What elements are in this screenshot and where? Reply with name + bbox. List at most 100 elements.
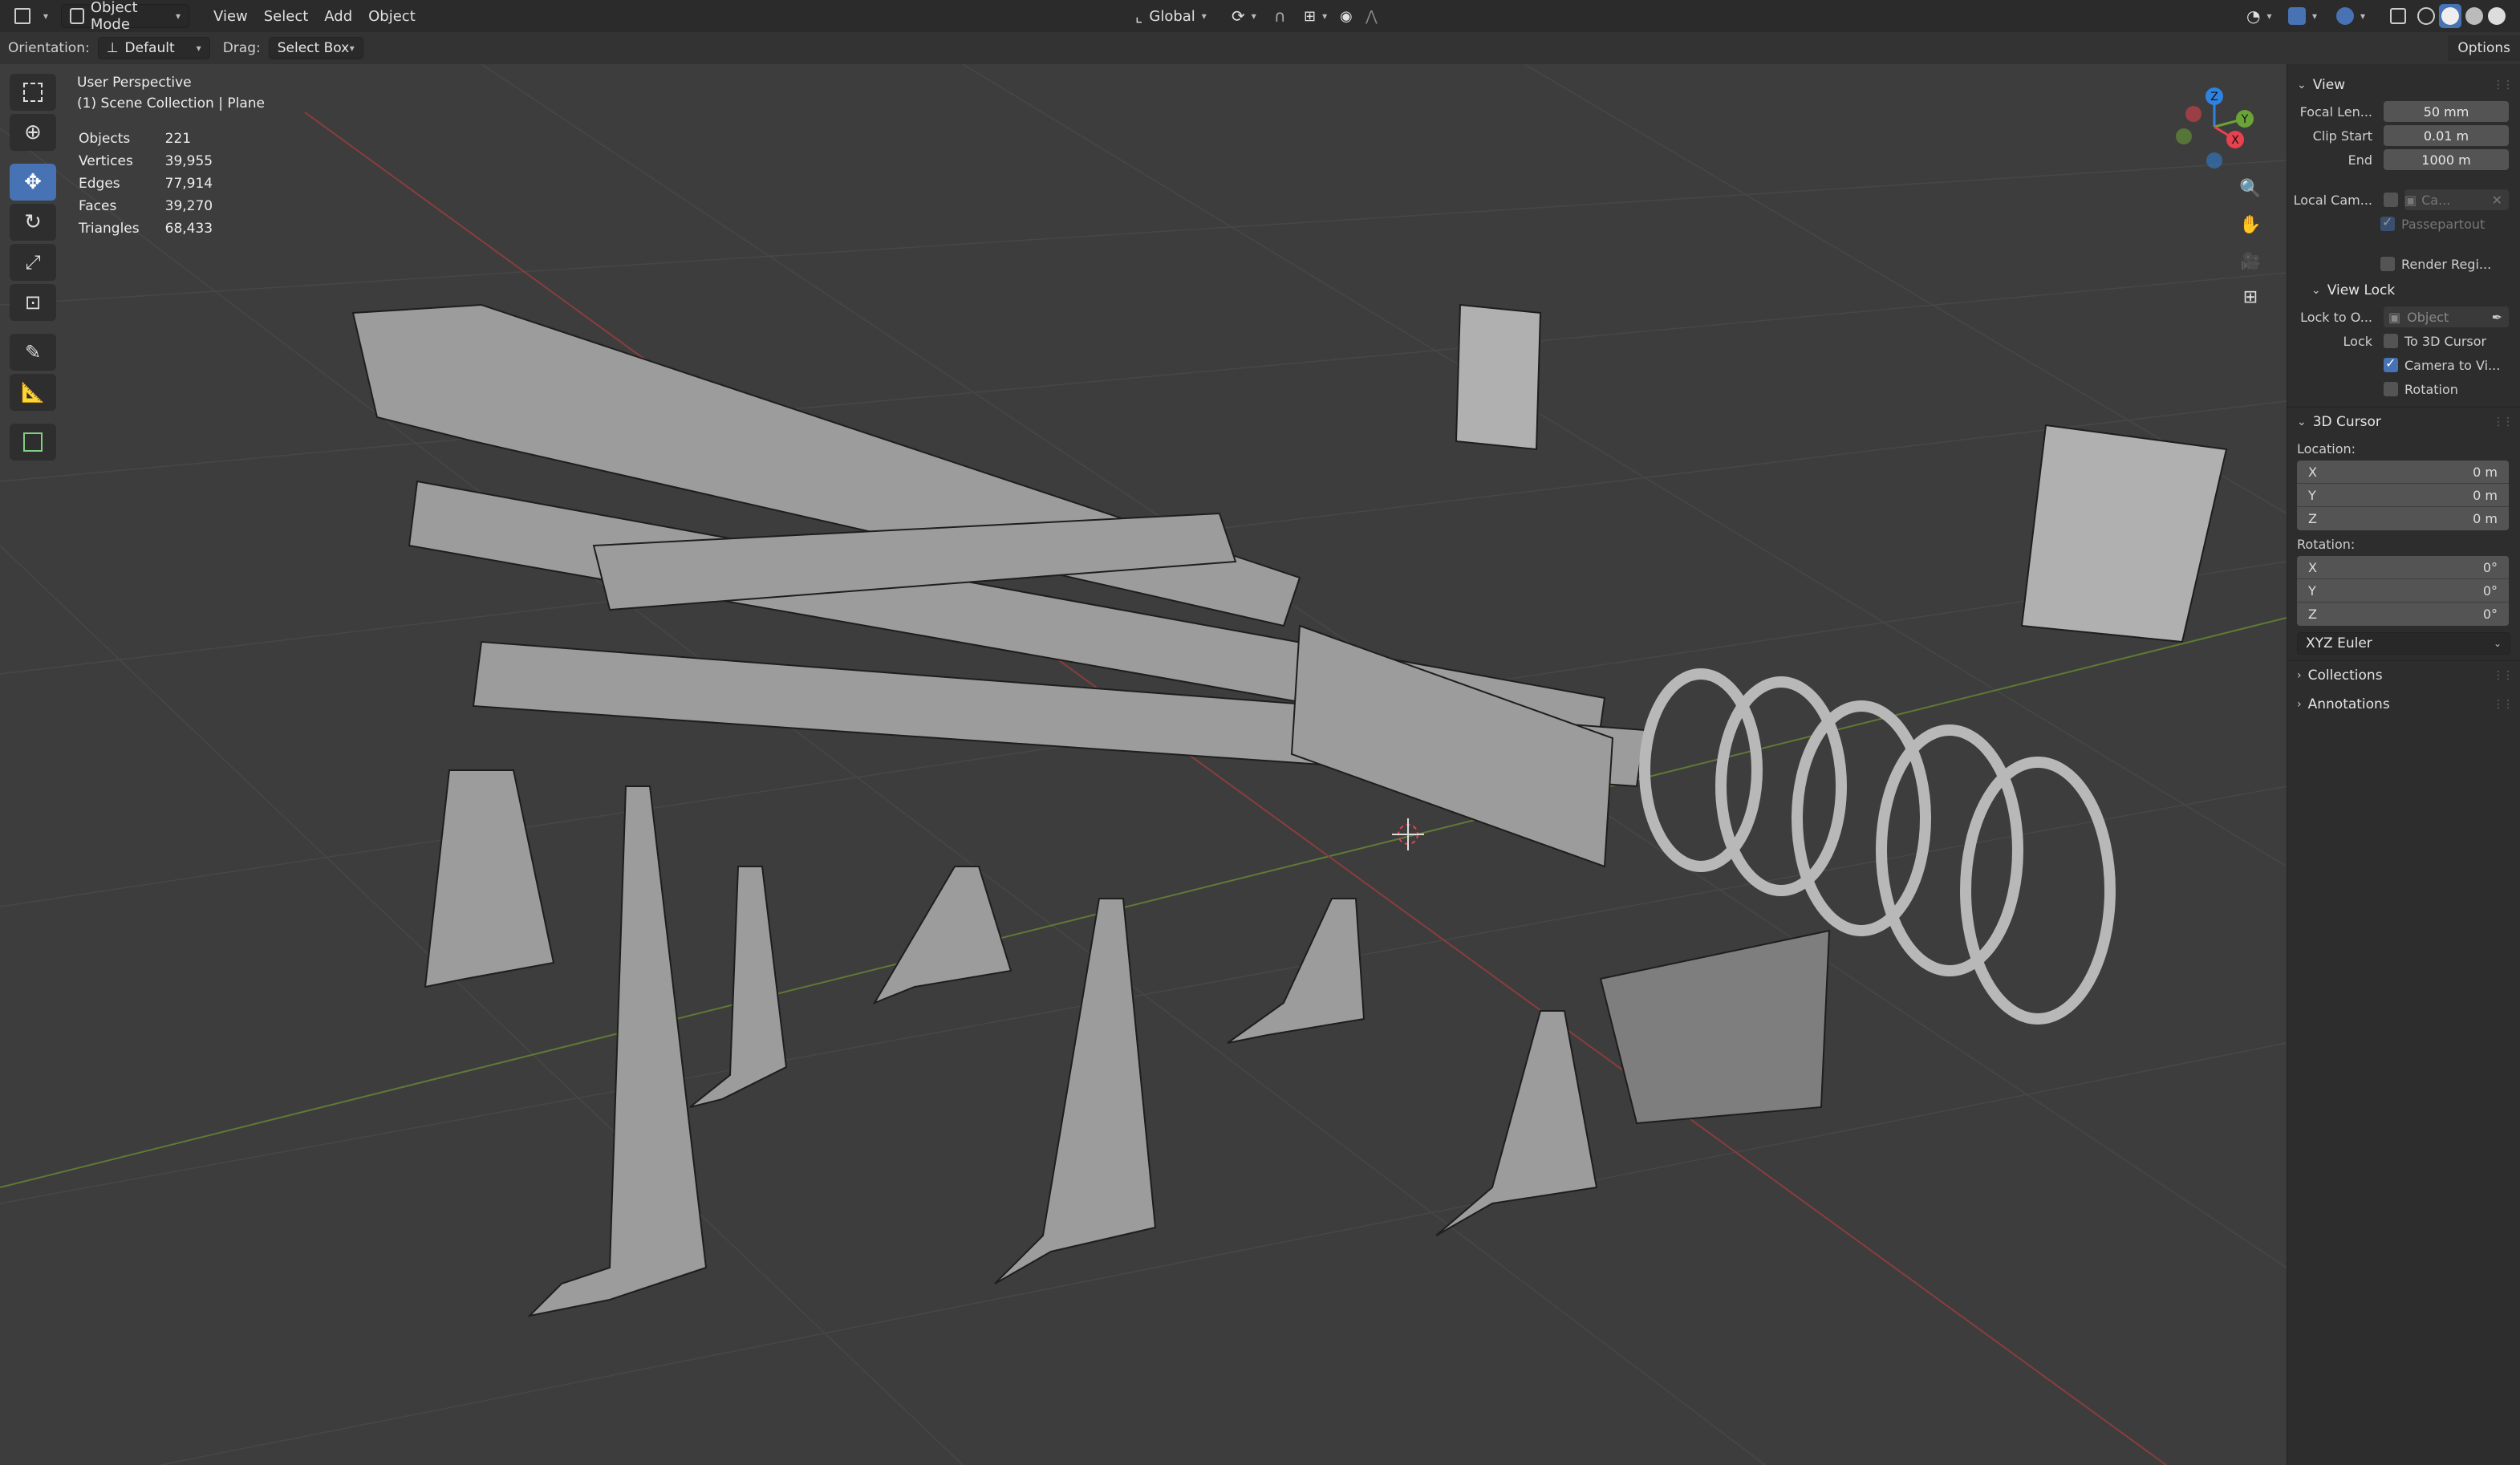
orientation-dropdown[interactable]: ⊥ Default ▾: [97, 37, 210, 59]
falloff-dropdown[interactable]: ⋀: [1357, 4, 1386, 28]
xray-toggle[interactable]: [2387, 4, 2409, 28]
cursor-rotation-x[interactable]: X 0°: [2297, 556, 2509, 579]
zoom-button[interactable]: 🔍: [2234, 172, 2266, 205]
passepartout-checkbox[interactable]: [2380, 214, 2395, 231]
collections-section-header[interactable]: › Collections ⋮⋮: [2287, 661, 2520, 690]
cursor-location-vector: X 0 m Y 0 m Z 0 m: [2297, 461, 2509, 530]
drag-dropdown[interactable]: Select Box ▾: [268, 37, 363, 59]
drag-grip-icon: ⋮⋮: [2493, 79, 2514, 91]
eyedropper-icon[interactable]: ✒: [2492, 310, 2502, 325]
cursor-location-y[interactable]: Y 0 m: [2297, 484, 2509, 507]
object-mode-icon: [70, 8, 84, 24]
add-cube-tool[interactable]: [10, 424, 56, 461]
eye-icon: ◔: [2246, 6, 2261, 26]
clip-start-field[interactable]: 0.01 m: [2384, 125, 2509, 146]
cursor-rotation-z[interactable]: Z 0°: [2297, 603, 2509, 626]
axis-value: 0 m: [2473, 487, 2498, 503]
visibility-dropdown[interactable]: ◔ ▾: [2238, 4, 2279, 28]
clip-start-label: Clip Start: [2312, 128, 2372, 144]
annotate-tool[interactable]: ✎: [10, 334, 56, 371]
chevron-down-icon: ▾: [1322, 10, 1328, 22]
scale-tool[interactable]: ⤢: [10, 244, 56, 281]
stat-value: 39,270: [164, 198, 213, 214]
solid-sphere-icon: [2441, 7, 2459, 25]
local-camera-label: Local Cam...: [2293, 192, 2372, 208]
measure-tool[interactable]: 📐: [10, 374, 56, 411]
rotate-tool[interactable]: ↻: [10, 204, 56, 241]
3d-viewport[interactable]: [0, 64, 2287, 1465]
chevron-down-icon: ▾: [2360, 10, 2366, 22]
xray-icon: [2390, 8, 2406, 24]
lock-to-object-label: Lock to O...: [2300, 309, 2372, 325]
chevron-down-icon: ▾: [176, 10, 181, 22]
local-camera-checkbox[interactable]: [2384, 193, 2398, 207]
camera-to-view-checkbox[interactable]: [2384, 355, 2398, 372]
pivot-icon: ⟳: [1232, 6, 1245, 26]
menu-object[interactable]: Object: [360, 4, 424, 28]
axis-value: 0°: [2482, 607, 2498, 622]
ortho-toggle-button[interactable]: ⊞: [2234, 281, 2266, 313]
cursor-tool[interactable]: ⊕: [10, 114, 56, 151]
passepartout-row: Passepartout: [2287, 212, 2520, 236]
pan-button[interactable]: ✋: [2234, 209, 2266, 241]
mode-dropdown[interactable]: Object Mode ▾: [61, 0, 190, 33]
transform-tool[interactable]: ⊡: [10, 284, 56, 321]
proportional-edit-toggle[interactable]: ◉: [1332, 4, 1361, 28]
clip-end-field[interactable]: 1000 m: [2384, 149, 2509, 170]
navigation-gizmo[interactable]: Z Y X: [2166, 72, 2262, 177]
chevron-down-icon: ▾: [1251, 10, 1256, 22]
gizmo-z-label: Z: [2210, 91, 2218, 103]
material-sphere-icon: [2465, 7, 2483, 25]
clear-icon[interactable]: ✕: [2492, 193, 2502, 208]
cursor-location-x[interactable]: X 0 m: [2297, 461, 2509, 484]
lock-to-object-row: Lock to O... ▣ Object ✒: [2287, 305, 2520, 329]
gizmo-neg-z[interactable]: [2206, 152, 2222, 168]
axis-value: 0 m: [2473, 464, 2498, 480]
overlays-toggle[interactable]: ▾: [2333, 4, 2368, 28]
view-lock-section-header[interactable]: ⌄ View Lock: [2287, 276, 2520, 305]
menu-select[interactable]: Select: [256, 4, 317, 28]
editor-type-button[interactable]: ▾: [6, 4, 56, 28]
options-button[interactable]: Options: [2448, 35, 2520, 61]
gizmo-neg-x[interactable]: [2185, 106, 2201, 122]
orientation-icon: ⌞: [1135, 6, 1143, 26]
camera-object-icon: ▣: [2404, 192, 2417, 208]
render-region-checkbox[interactable]: [2380, 257, 2395, 271]
shading-material[interactable]: [2463, 4, 2486, 28]
rotation-mode-dropdown[interactable]: XYZ Euler ⌄: [2297, 632, 2510, 655]
move-tool[interactable]: ✥: [10, 164, 56, 201]
snap-toggle[interactable]: ∩: [1266, 4, 1294, 28]
menu-view[interactable]: View: [205, 4, 256, 28]
lock-rotation-checkbox[interactable]: [2384, 382, 2398, 396]
3d-cursor-title: 3D Cursor: [2312, 414, 2381, 430]
stat-label: Vertices: [79, 153, 133, 169]
camera-view-button[interactable]: 🎥: [2234, 245, 2266, 277]
gizmo-toggle[interactable]: ▾: [2285, 4, 2320, 28]
focal-length-field[interactable]: 50 mm: [2384, 101, 2509, 122]
to-3d-cursor-checkbox[interactable]: [2384, 334, 2398, 348]
transform-orientation-dropdown[interactable]: ⌞ Global ▾: [1127, 4, 1215, 28]
select-box-tool[interactable]: [10, 74, 56, 111]
cursor-rotation-y[interactable]: Y 0°: [2297, 579, 2509, 603]
clip-end-label: End: [2348, 152, 2372, 168]
annotations-section-header[interactable]: › Annotations ⋮⋮: [2287, 690, 2520, 719]
local-camera-field[interactable]: ▣ Ca... ✕: [2404, 189, 2509, 210]
pivot-point-dropdown[interactable]: ⟳ ▾: [1223, 4, 1264, 28]
focal-length-label: Focal Len...: [2299, 103, 2372, 120]
collection-label: (1) Scene Collection | Plane: [77, 95, 265, 112]
gizmo-neg-y[interactable]: [2176, 128, 2192, 144]
cursor-location-z[interactable]: Z 0 m: [2297, 507, 2509, 530]
view-section-header[interactable]: ⌄ View ⋮⋮: [2287, 71, 2520, 99]
lock-to-object-field[interactable]: ▣ Object ✒: [2384, 306, 2509, 327]
snap-target-dropdown[interactable]: ⊞ ▾: [1296, 4, 1335, 28]
shading-wireframe[interactable]: [2415, 4, 2437, 28]
shading-rendered[interactable]: [2486, 4, 2508, 28]
lock-to-cursor-row: Lock To 3D Cursor: [2287, 329, 2520, 353]
3d-cursor-section-header[interactable]: ⌄ 3D Cursor ⋮⋮: [2287, 408, 2520, 436]
shading-solid[interactable]: [2439, 4, 2461, 28]
editor-type-icon: [14, 8, 30, 24]
viewport-grid: [0, 64, 2287, 1465]
tool-settings-bar: Orientation: ⊥ Default ▾ Drag: Select Bo…: [0, 32, 2520, 64]
chevron-right-icon: ›: [2297, 698, 2302, 711]
menu-add[interactable]: Add: [316, 4, 360, 28]
